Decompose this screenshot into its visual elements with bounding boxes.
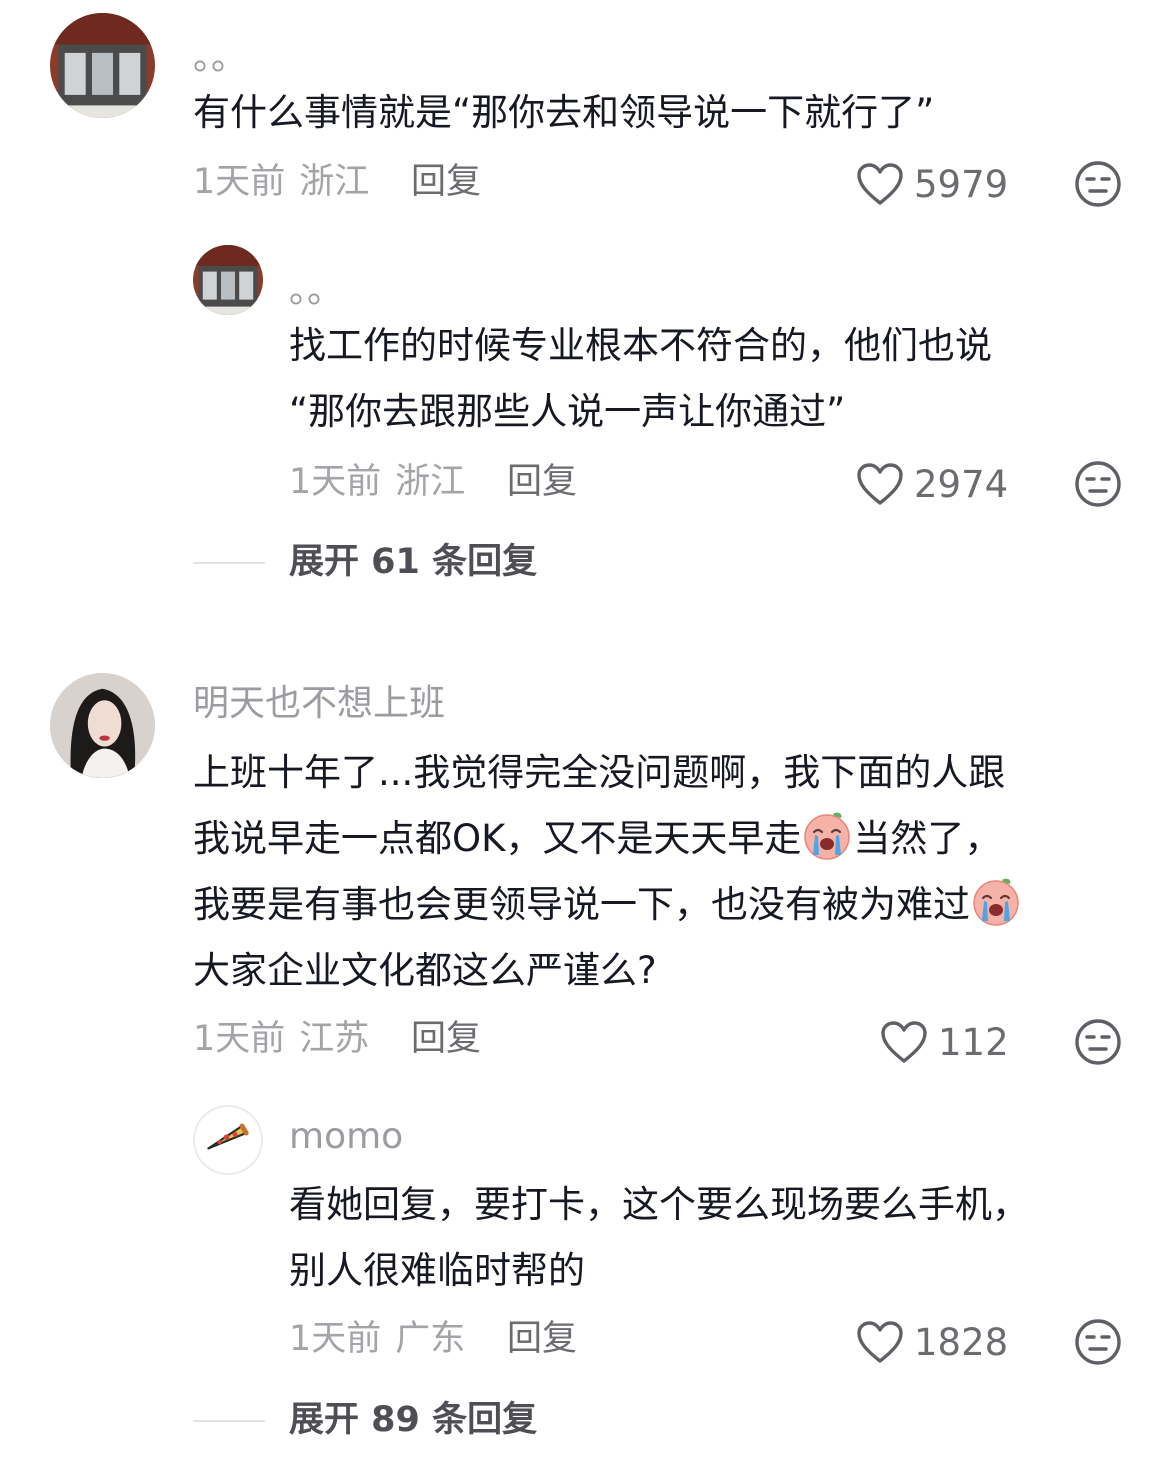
meh-face-icon (1075, 161, 1121, 207)
dislike-button[interactable] (1074, 1318, 1122, 1366)
meh-face-icon (1075, 1319, 1121, 1365)
like-count: 112 (938, 1020, 1009, 1064)
comment-text-segment: 我说早走一点都OK，又不是天天早走 (193, 817, 802, 860)
reply-location: 广东 (395, 1319, 466, 1359)
comment-text-line: 我说早走一点都OK，又不是天天早走 当然了， (193, 806, 1001, 872)
like-button[interactable]: 5979 (856, 159, 1008, 209)
divider-line (193, 561, 265, 564)
comment-time: 1天前 (193, 1019, 286, 1059)
comment-text-segment: 当然了， (853, 817, 1002, 860)
comment-text-segment: 我要是有事也会更领导说一下，也没有被为难过 (193, 883, 970, 926)
reply-username[interactable]: momo (289, 1119, 403, 1155)
heart-outline-icon (881, 1021, 927, 1063)
storefront-avatar-image (193, 245, 263, 315)
meh-face-icon (1075, 461, 1121, 507)
comment-text-line: 大家企业文化都这么严谨么? (193, 949, 657, 992)
comment-location: 江苏 (299, 1019, 370, 1059)
reply-button[interactable]: 回复 (507, 1322, 577, 1357)
comment-text: 有什么事情就是“那你去和领导说一下就行了” (193, 91, 935, 134)
like-count: 2974 (914, 462, 1009, 506)
dislike-button[interactable] (1074, 1018, 1122, 1066)
avatar[interactable] (50, 13, 155, 118)
pizza-avatar-image (207, 1123, 249, 1150)
reply-text-line: “那你去跟那些人说一声让你通过” (289, 390, 846, 433)
portrait-avatar-image (50, 673, 155, 778)
expand-replies-button[interactable]: 展开 89 条回复 (193, 1403, 537, 1438)
reply-time: 1天前 (289, 1319, 382, 1359)
reply-username[interactable]: 。。 (289, 273, 343, 309)
dislike-button[interactable] (1074, 160, 1122, 208)
reply-button[interactable]: 回复 (507, 465, 577, 500)
expand-replies-label: 展开 89 条回复 (289, 1400, 538, 1440)
expand-replies-button[interactable]: 展开 61 条回复 (193, 545, 537, 580)
dislike-button[interactable] (1074, 460, 1122, 508)
like-count: 1828 (914, 1320, 1009, 1364)
comment-text-line: 上班十年了...我觉得完全没问题啊，我下面的人跟 (193, 751, 1006, 794)
comment-meta: 1天前 浙江 (193, 165, 369, 200)
meh-face-icon (1075, 1019, 1121, 1065)
comment-username[interactable]: 。。 (193, 40, 247, 76)
reply-button[interactable]: 回复 (411, 165, 481, 200)
reply-text-line: 找工作的时候专业根本不符合的，他们也说 (289, 324, 992, 367)
like-button[interactable]: 1828 (856, 1317, 1008, 1367)
comment-location: 浙江 (299, 162, 370, 202)
expand-replies-label: 展开 61 条回复 (289, 542, 538, 582)
like-count: 5979 (914, 162, 1009, 206)
like-button[interactable]: 112 (880, 1017, 1009, 1067)
crying-face-emoji (804, 812, 851, 860)
heart-outline-icon (857, 1321, 903, 1363)
avatar[interactable] (193, 245, 263, 315)
like-button[interactable]: 2974 (856, 459, 1008, 509)
divider-line (193, 1419, 265, 1422)
reply-meta: 1天前 广东 (289, 1322, 465, 1357)
crying-face-emoji (973, 878, 1019, 926)
comment-username[interactable]: 明天也不想上班 (193, 686, 445, 722)
reply-meta: 1天前 浙江 (289, 465, 465, 500)
comment-time: 1天前 (193, 162, 286, 202)
reply-location: 浙江 (395, 462, 466, 502)
storefront-avatar-image (50, 13, 155, 118)
avatar[interactable] (50, 673, 155, 778)
reply-text-line: 别人很难临时帮的 (289, 1249, 585, 1292)
comment-text-line: 我要是有事也会更领导说一下，也没有被为难过 (193, 872, 1022, 938)
heart-outline-icon (857, 163, 903, 205)
heart-outline-icon (857, 463, 903, 505)
comment-meta: 1天前 江苏 (193, 1022, 369, 1057)
reply-text-line: 看她回复，要打卡，这个要么现场要么手机， (289, 1183, 1029, 1226)
reply-button[interactable]: 回复 (411, 1022, 481, 1057)
reply-time: 1天前 (289, 462, 382, 502)
avatar[interactable] (193, 1105, 263, 1175)
